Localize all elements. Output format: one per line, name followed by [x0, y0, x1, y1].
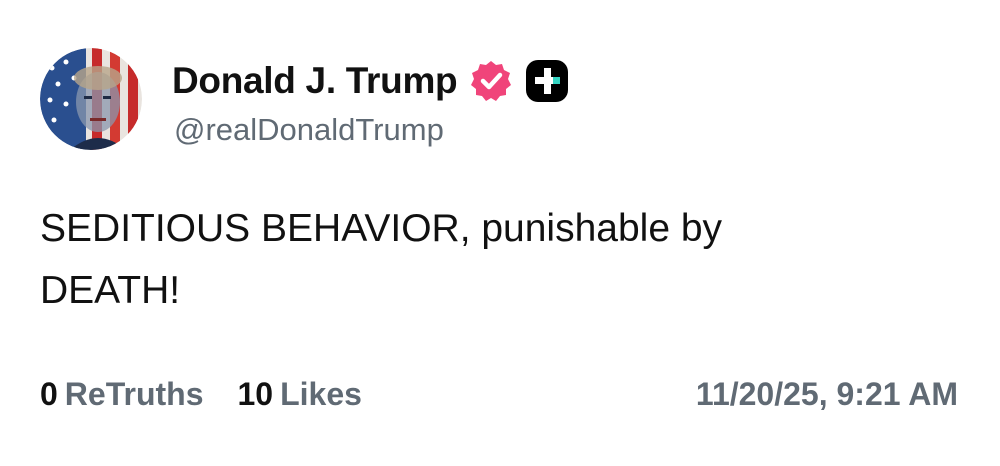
truth-post-card: Donald J. Trump @realDonaldTrump SEDITIO… [0, 0, 1000, 466]
avatar-image [40, 48, 142, 150]
verified-badge-icon [469, 59, 513, 103]
likes-label: Likes [280, 376, 362, 412]
post-text-line: DEATH! [40, 269, 181, 312]
retruths-count: 0 [40, 376, 58, 412]
author-avatar[interactable] [40, 48, 142, 150]
author-display-name[interactable]: Donald J. Trump [172, 60, 458, 102]
retruths-stat[interactable]: 0 ReTruths [40, 376, 203, 413]
author-handle[interactable]: @realDonaldTrump [174, 112, 444, 148]
truth-social-badge-icon [525, 59, 569, 103]
author-name-row: Donald J. Trump [172, 58, 569, 104]
post-text-line: SEDITIOUS BEHAVIOR, punishable by [40, 207, 723, 250]
likes-count: 10 [237, 376, 274, 412]
likes-stat[interactable]: 10 Likes [237, 376, 361, 413]
post-timestamp: 11/20/25, 9:21 AM [695, 376, 958, 412]
post-text: SEDITIOUS BEHAVIOR, punishable by DEATH! [40, 198, 860, 322]
retruths-label: ReTruths [64, 376, 204, 412]
post-stats: 0 ReTruths 10 Likes [40, 376, 362, 413]
